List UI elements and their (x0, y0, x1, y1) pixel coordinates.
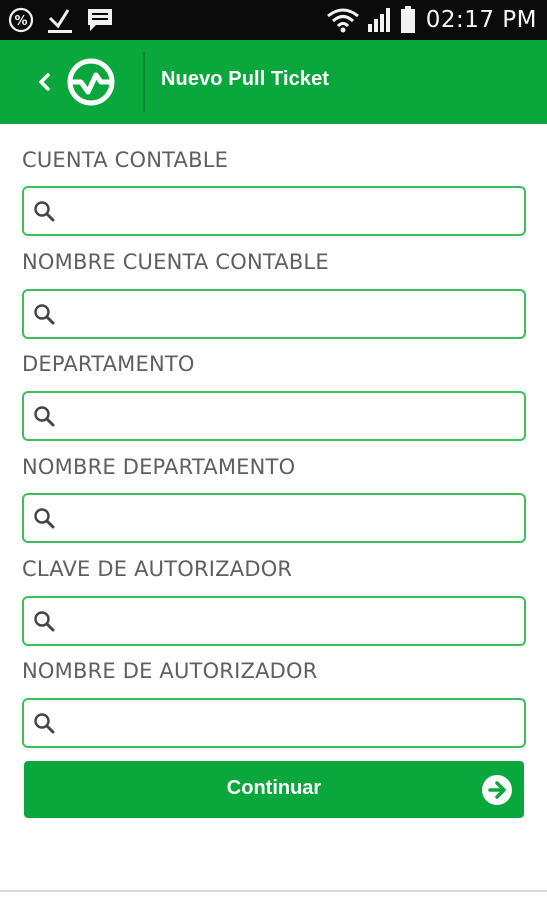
departamento-field[interactable] (22, 391, 526, 441)
cuenta-contable-input[interactable] (64, 194, 518, 230)
signal-icon (366, 6, 394, 34)
message-icon (86, 7, 114, 33)
departamento-input[interactable] (64, 399, 518, 435)
brand-logo-icon (66, 57, 116, 107)
search-icon (34, 611, 55, 632)
page-title: Nuevo Pull Ticket (161, 68, 330, 90)
field-label-departamento: DEPARTAMENTO (22, 352, 195, 376)
search-icon (34, 406, 55, 427)
app-bar: Nuevo Pull Ticket (0, 40, 547, 124)
battery-icon (400, 6, 416, 34)
search-icon (34, 713, 55, 734)
field-label-nombre-departamento: NOMBRE DEPARTAMENTO (22, 455, 296, 479)
continue-button-label: Continuar (226, 777, 322, 799)
chevron-left-icon (39, 73, 50, 91)
clave-de-autorizador-field[interactable] (22, 596, 526, 646)
cuenta-contable-field[interactable] (22, 186, 526, 236)
search-icon (34, 508, 55, 529)
download-check-icon (46, 6, 74, 34)
clock: 02:17 PM (425, 7, 537, 33)
arrow-right-icon (482, 775, 512, 805)
svg-text:%: % (14, 14, 27, 29)
percent-icon: % (8, 7, 34, 33)
field-label-clave-de-autorizador: CLAVE DE AUTORIZADOR (22, 557, 293, 581)
field-label-nombre-de-autorizador: NOMBRE DE AUTORIZADOR (22, 659, 318, 683)
status-bar: % 02:17 PM (0, 0, 547, 40)
status-system: 02:17 PM (326, 6, 537, 34)
nombre-de-autorizador-input[interactable] (64, 706, 518, 742)
back-button[interactable] (30, 66, 58, 98)
field-label-nombre-cuenta-contable: NOMBRE CUENTA CONTABLE (22, 250, 329, 274)
field-label-cuenta-contable: CUENTA CONTABLE (22, 148, 229, 172)
nombre-cuenta-contable-field[interactable] (22, 289, 526, 339)
continue-button[interactable]: Continuar (24, 761, 524, 818)
nombre-departamento-field[interactable] (22, 493, 526, 543)
status-notifications: % (8, 6, 114, 34)
nombre-de-autorizador-field[interactable] (22, 698, 526, 748)
bottom-divider (0, 890, 547, 892)
search-icon (34, 304, 55, 325)
nombre-departamento-input[interactable] (64, 501, 518, 537)
nombre-cuenta-contable-input[interactable] (64, 297, 518, 333)
clave-de-autorizador-input[interactable] (64, 604, 518, 640)
search-icon (34, 201, 55, 222)
wifi-icon (326, 7, 360, 33)
app-bar-divider (143, 52, 145, 112)
